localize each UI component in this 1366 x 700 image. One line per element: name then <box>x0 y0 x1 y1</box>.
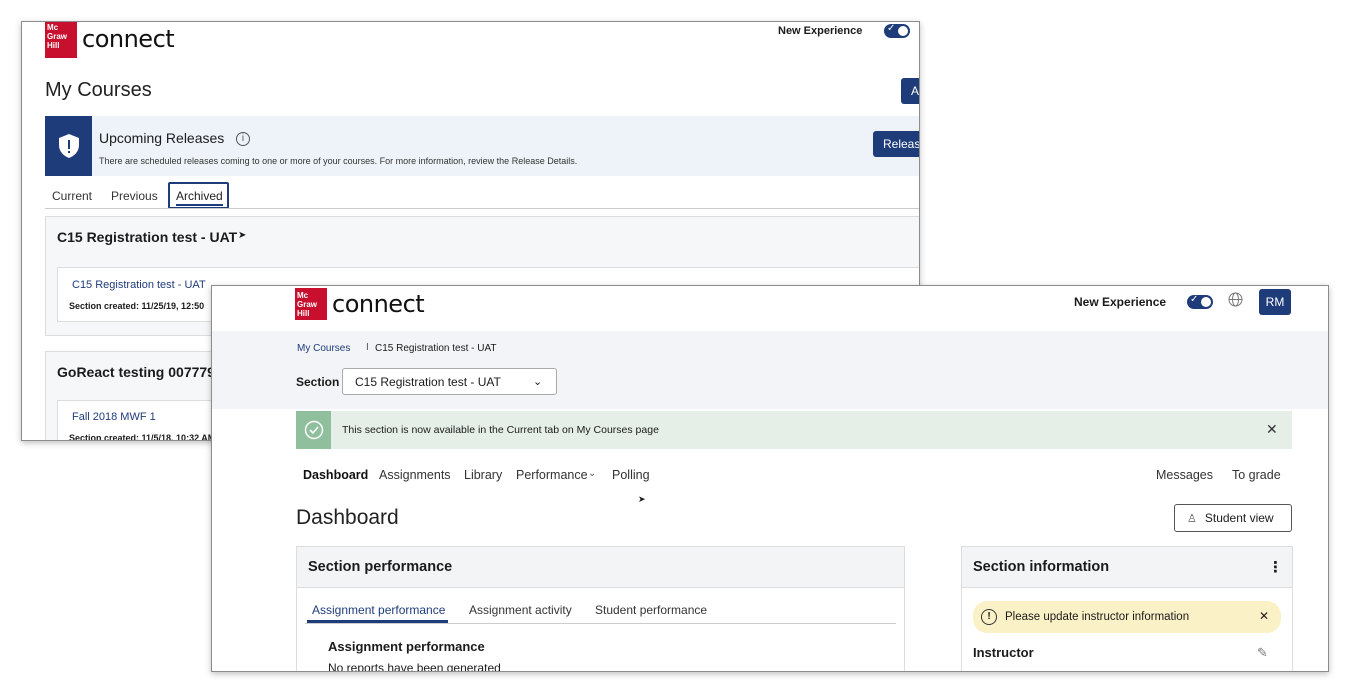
page-title: Dashboard <box>296 506 399 529</box>
breadcrumb-current: C15 Registration test - UAT <box>375 343 497 354</box>
notice-text: This section is now available in the Cur… <box>342 424 659 436</box>
logo-wordmark: connect <box>332 290 425 318</box>
edit-icon[interactable]: ✎ <box>1257 645 1268 661</box>
tab-current[interactable]: Current <box>52 189 92 203</box>
globe-icon[interactable] <box>1228 292 1243 307</box>
nav-assignments[interactable]: Assignments <box>379 468 451 482</box>
card-title: Section information <box>973 559 1110 575</box>
upcoming-releases-banner: Upcoming Releases i There are scheduled … <box>45 116 919 176</box>
nav-messages[interactable]: Messages <box>1156 468 1213 482</box>
nav-dashboard[interactable]: Dashboard <box>303 468 368 482</box>
chevron-down-icon: ⌄ <box>533 376 543 388</box>
new-experience-label: New Experience <box>1074 295 1167 309</box>
chevron-down-icon: ⌄ <box>588 468 597 479</box>
section-information-card: Section information ⋮ ! Please update in… <box>961 546 1293 671</box>
tab-archived[interactable]: Archived <box>168 182 229 209</box>
section-meta: Section created: 11/25/19, 12:50 <box>69 301 205 311</box>
new-experience-toggle[interactable] <box>884 23 910 38</box>
more-options-icon[interactable]: ⋮ <box>1268 558 1283 576</box>
section-select[interactable]: C15 Registration test - UAT ⌄ <box>342 368 557 395</box>
tabs-divider <box>305 623 896 624</box>
course-title[interactable]: GoReact testing 007779 <box>57 364 215 380</box>
tab-archived-label: Archived <box>176 189 223 206</box>
check-circle-icon <box>296 411 331 449</box>
new-experience-label: New Experience <box>778 25 863 37</box>
tab-assignment-activity[interactable]: Assignment activity <box>469 603 572 617</box>
dashboard-window: Mc Graw Hill connect New Experience RM M… <box>211 285 1329 672</box>
close-icon[interactable]: ✕ <box>1266 421 1278 438</box>
avatar[interactable]: RM <box>1259 289 1291 315</box>
course-title[interactable]: C15 Registration test - UAT <box>57 229 237 245</box>
warning-text: Please update instructor information <box>1005 611 1190 623</box>
warning-icon: ! <box>981 609 997 625</box>
tab-previous[interactable]: Previous <box>111 189 158 203</box>
add-course-button[interactable]: A <box>901 78 919 104</box>
section-select-value: C15 Registration test - UAT <box>355 375 501 389</box>
card-header: Section information ⋮ <box>962 547 1292 588</box>
success-notice: This section is now available in the Cur… <box>296 411 1292 449</box>
shield-icon <box>45 116 92 176</box>
tab-student-performance[interactable]: Student performance <box>595 603 707 617</box>
release-details-button[interactable]: Releas <box>873 131 919 157</box>
subsection-title: Assignment performance <box>328 639 485 654</box>
logo-wordmark: connect <box>82 25 175 53</box>
instructor-label: Instructor <box>973 645 1034 660</box>
section-name[interactable]: Fall 2018 MWF 1 <box>72 411 156 423</box>
card-title: Section performance <box>308 559 453 575</box>
user-icon: ♙ <box>1187 512 1197 525</box>
page-title: My Courses <box>45 79 152 101</box>
empty-state-text: No reports have been generated <box>328 661 501 672</box>
student-view-label: Student view <box>1204 511 1274 525</box>
tab-assignment-performance[interactable]: Assignment performance <box>312 603 445 617</box>
info-icon[interactable]: i <box>236 132 250 146</box>
banner-title: Upcoming Releases <box>99 130 225 146</box>
student-view-button[interactable]: ♙ Student view <box>1174 504 1292 532</box>
section-name[interactable]: C15 Registration test - UAT <box>72 279 206 291</box>
warning-banner: ! Please update instructor information ✕ <box>973 601 1281 633</box>
section-performance-card: Section performance Assignment performan… <box>296 546 905 672</box>
nav-performance[interactable]: Performance <box>516 468 588 482</box>
mcgraw-hill-logo[interactable]: Mc Graw Hill connect <box>45 22 175 58</box>
nav-to-grade[interactable]: To grade <box>1232 468 1281 482</box>
breadcrumb-separator: I <box>366 342 369 353</box>
nav-library[interactable]: Library <box>464 468 502 482</box>
breadcrumb-root[interactable]: My Courses <box>297 343 350 354</box>
tabs-divider <box>45 208 919 209</box>
section-meta: Section created: 11/5/18, 10:32 AM <box>69 433 216 441</box>
nav-polling[interactable]: Polling <box>612 468 650 482</box>
section-header-band: My Courses I C15 Registration test - UAT… <box>212 331 1328 409</box>
logo-box: Mc Graw Hill <box>45 22 77 58</box>
new-experience-toggle[interactable] <box>1187 294 1213 309</box>
cursor-icon: ➤ <box>238 230 247 241</box>
logo-box: Mc Graw Hill <box>295 288 327 320</box>
section-label: Section <box>296 375 340 389</box>
close-icon[interactable]: ✕ <box>1259 609 1269 623</box>
mcgraw-hill-logo[interactable]: Mc Graw Hill connect <box>295 288 425 320</box>
cursor-icon: ➤ <box>638 494 646 504</box>
card-header: Section performance <box>297 547 904 588</box>
banner-description: There are scheduled releases coming to o… <box>99 156 578 166</box>
